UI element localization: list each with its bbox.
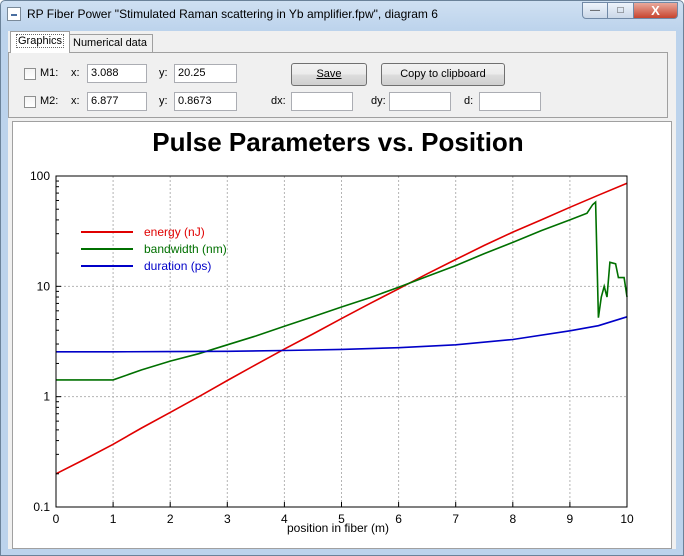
app-window: RP Fiber Power "Stimulated Raman scatter… [0, 0, 684, 556]
m1-label: M1: [40, 67, 59, 79]
marker-panel: M1: x: 3.088 y: 20.25 Save Copy to clipb… [8, 52, 668, 118]
chart-grid [56, 176, 627, 507]
m2-label: M2: [40, 95, 59, 107]
maximize-icon: □ [617, 5, 624, 16]
series-line-2 [56, 316, 628, 353]
tab-graphics-label: Graphics [16, 34, 65, 48]
dy-label: dy: [371, 95, 386, 107]
close-button[interactable]: X [634, 2, 678, 19]
tab-graphics[interactable]: Graphics [10, 31, 71, 53]
pulse-chart[interactable]: Pulse Parameters vs. Position 0123456789… [13, 122, 671, 548]
x-tick-label: 2 [167, 512, 174, 526]
maximize-button[interactable]: □ [608, 2, 634, 19]
m2-checkbox[interactable] [24, 96, 36, 108]
y-tick-label: 1 [43, 390, 50, 404]
chart-title: Pulse Parameters vs. Position [152, 127, 523, 157]
dx-field[interactable] [291, 92, 353, 111]
chart-ticks: 0 1 2 3 4 5 6 7 8 9 100.1110100 [30, 169, 634, 526]
m1-checkbox[interactable] [24, 68, 36, 80]
client-area: Graphics Numerical data M1: x: 3.088 y: … [8, 31, 676, 549]
y-tick-label: 0.1 [33, 500, 50, 514]
window-title: RP Fiber Power "Stimulated Raman scatter… [27, 7, 438, 21]
d-field[interactable] [479, 92, 541, 111]
x-tick-label: 6 [395, 512, 402, 526]
m1-y-label: y: [159, 67, 168, 79]
title-bar[interactable]: RP Fiber Power "Stimulated Raman scatter… [1, 1, 683, 31]
x-tick-label: 9 [567, 512, 574, 526]
m1-x-label: x: [71, 67, 80, 79]
x-tick-label: 7 [452, 512, 459, 526]
m2-y-label: y: [159, 95, 168, 107]
x-axis-label: position in fiber (m) [287, 521, 389, 535]
copy-to-clipboard-button[interactable]: Copy to clipboard [381, 63, 505, 86]
chart-legend: energy (nJ) bandwidth (nm) duration (ps) [81, 225, 227, 273]
caption-buttons: — □ X [582, 2, 678, 20]
m1-x-field[interactable]: 3.088 [87, 64, 147, 83]
x-tick-label: 8 [509, 512, 516, 526]
m2-y-field[interactable]: 0.8673 [174, 92, 237, 111]
x-tick-label: 10 [620, 512, 634, 526]
m2-x-label: x: [71, 95, 80, 107]
m1-y-field[interactable]: 20.25 [174, 64, 237, 83]
dx-label: dx: [271, 95, 286, 107]
d-label: d: [464, 95, 474, 107]
close-icon: X [651, 3, 660, 18]
minimize-icon: — [590, 5, 600, 16]
save-button-label: Save [316, 68, 342, 80]
y-tick-label: 100 [30, 169, 50, 183]
app-window-icon[interactable] [7, 7, 21, 21]
legend-label-1: bandwidth (nm) [144, 242, 227, 256]
x-tick-label: 3 [224, 512, 231, 526]
legend-label-2: duration (ps) [144, 259, 211, 273]
y-tick-label: 10 [37, 279, 51, 293]
legend-label-0: energy (nJ) [144, 225, 205, 239]
m2-x-field[interactable]: 6.877 [87, 92, 147, 111]
minimize-button[interactable]: — [582, 2, 608, 19]
x-tick-label: 1 [110, 512, 117, 526]
tab-numerical-data-label: Numerical data [73, 37, 147, 49]
copy-button-label: Copy to clipboard [400, 68, 486, 80]
tab-numerical-data[interactable]: Numerical data [67, 34, 153, 52]
graphics-area: Pulse Parameters vs. Position 0123456789… [12, 121, 672, 549]
save-button[interactable]: Save [291, 63, 367, 86]
dy-field[interactable] [389, 92, 451, 111]
x-tick-label: 0 [53, 512, 60, 526]
